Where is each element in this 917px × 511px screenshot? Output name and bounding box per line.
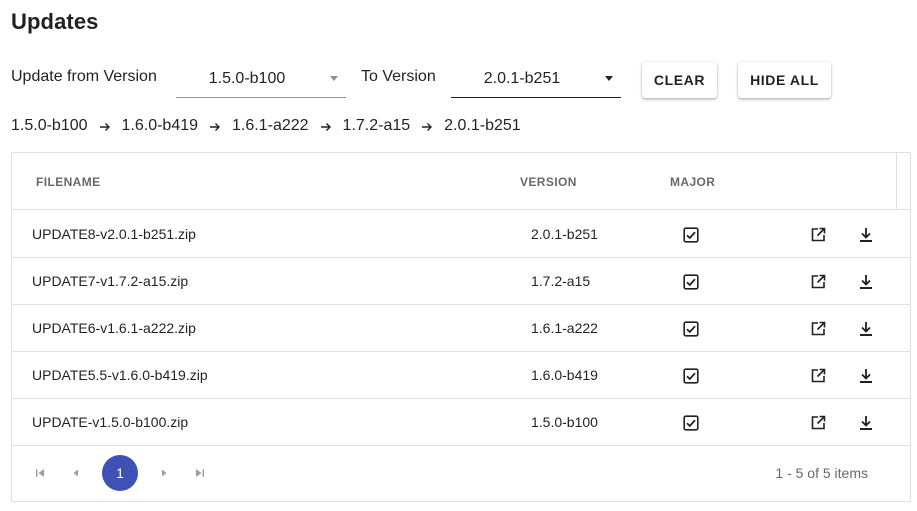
checkbox-checked-icon [683, 368, 699, 384]
upgrade-path: 1.5.0-b100 1.6.0-b419 1.6.1-a222 1.7.2-a15 2… [11, 116, 521, 136]
upgrade-path-version: 1.7.2-a15 [342, 117, 411, 134]
version-cell: 1.5.0-b100 [531, 414, 598, 430]
version-cell: 1.7.2-a15 [531, 273, 591, 289]
checkbox-checked-icon [683, 274, 699, 290]
first-page-icon[interactable] [34, 467, 46, 479]
open-in-new-icon[interactable] [807, 365, 829, 387]
table-row: UPDATE-v1.5.0-b100.zip 1.5.0-b100 [12, 399, 910, 446]
filename-cell: UPDATE-v1.5.0-b100.zip [32, 414, 189, 430]
column-header-version[interactable]: VERSION [520, 175, 577, 189]
column-header-filename[interactable]: FILENAME [36, 175, 101, 189]
column-header-major[interactable]: MAJOR [670, 175, 715, 189]
filename-cell: UPDATE6-v1.6.1-a222.zip [32, 320, 196, 336]
checkbox-checked-icon [683, 415, 699, 431]
download-icon[interactable] [855, 365, 877, 387]
version-cell: 1.6.1-a222 [531, 320, 598, 336]
table-row: UPDATE7-v1.7.2-a15.zip 1.7.2-a15 [12, 258, 910, 305]
column-divider [896, 153, 897, 210]
checkbox-checked-icon [683, 227, 699, 243]
chevron-down-icon [605, 76, 613, 81]
prev-page-icon[interactable] [70, 467, 82, 479]
version-cell: 1.6.0-b419 [531, 367, 598, 383]
page-button-current[interactable]: 1 [102, 455, 138, 491]
updates-page: Updates Update from Version 1.5.0-b100 T… [0, 0, 917, 511]
open-in-new-icon[interactable] [807, 271, 829, 293]
open-in-new-icon[interactable] [807, 224, 829, 246]
to-version-value: 2.0.1-b251 [483, 70, 561, 87]
open-in-new-icon[interactable] [807, 412, 829, 434]
page-title: Updates [11, 9, 99, 34]
arrow-right-icon [320, 120, 332, 132]
table-row: UPDATE6-v1.6.1-a222.zip 1.6.1-a222 [12, 305, 910, 352]
filename-cell: UPDATE8-v2.0.1-b251.zip [32, 226, 196, 242]
from-version-value: 1.5.0-b100 [208, 70, 286, 87]
upgrade-path-version: 1.5.0-b100 [11, 117, 88, 134]
table-row: UPDATE8-v2.0.1-b251.zip 2.0.1-b251 [12, 211, 910, 258]
from-version-label: Update from Version [11, 68, 157, 85]
from-version-select[interactable]: 1.5.0-b100 [176, 60, 346, 98]
pagination-info: 1 - 5 of 5 items [775, 465, 868, 481]
download-icon[interactable] [855, 271, 877, 293]
upgrade-path-version: 1.6.1-a222 [232, 117, 309, 134]
filename-cell: UPDATE7-v1.7.2-a15.zip [32, 273, 189, 289]
to-version-select[interactable]: 2.0.1-b251 [451, 60, 621, 98]
version-cell: 2.0.1-b251 [531, 226, 598, 242]
filename-cell: UPDATE5.5-v1.6.0-b419.zip [32, 367, 208, 383]
arrow-right-icon [421, 120, 433, 132]
table-header: FILENAME VERSION MAJOR [12, 153, 910, 210]
clear-button[interactable]: CLEAR [642, 62, 717, 98]
upgrade-path-version: 2.0.1-b251 [444, 117, 521, 134]
updates-table: FILENAME VERSION MAJOR UPDATE8-v2.0.1-b2… [11, 152, 911, 502]
last-page-icon[interactable] [194, 467, 206, 479]
chevron-down-icon [330, 76, 338, 81]
checkbox-checked-icon [683, 321, 699, 337]
table-row: UPDATE5.5-v1.6.0-b419.zip 1.6.0-b419 [12, 352, 910, 399]
open-in-new-icon[interactable] [807, 318, 829, 340]
version-filters: Update from Version 1.5.0-b100 To Versio… [11, 60, 911, 100]
to-version-label: To Version [361, 68, 436, 85]
download-icon[interactable] [855, 224, 877, 246]
upgrade-path-version: 1.6.0-b419 [121, 117, 199, 134]
download-icon[interactable] [855, 412, 877, 434]
arrow-right-icon [209, 120, 221, 132]
download-icon[interactable] [855, 318, 877, 340]
hide-all-button[interactable]: HIDE ALL [738, 62, 831, 98]
arrow-right-icon [99, 120, 111, 132]
next-page-icon[interactable] [158, 467, 170, 479]
pagination: 1 1 - 5 of 5 items [12, 445, 910, 502]
